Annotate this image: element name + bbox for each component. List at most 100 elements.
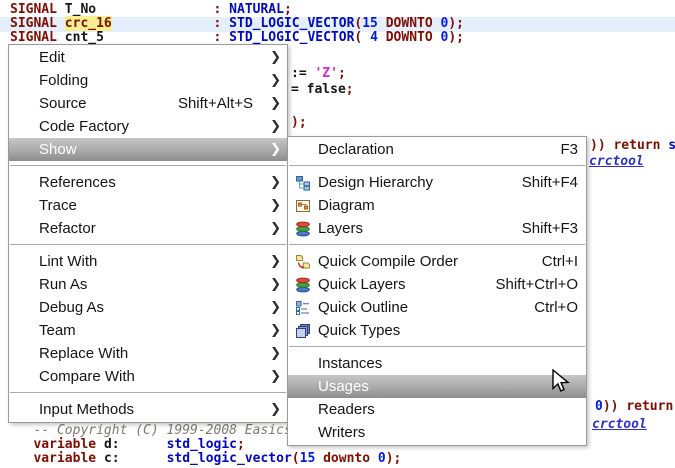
code-token: downto: [323, 451, 371, 466]
design-hierarchy-icon: [294, 175, 311, 191]
menu-item-quick-layers[interactable]: Quick Layers Shift+Ctrl+O: [288, 273, 586, 296]
menu-item-team[interactable]: Team ❯: [9, 319, 287, 342]
menu-item-compare-with[interactable]: Compare With ❯: [9, 365, 287, 388]
code-token: st: [668, 138, 675, 153]
submenu-arrow-icon: ❯: [270, 221, 281, 236]
menu-separator: [9, 240, 287, 250]
no-icon: [294, 142, 311, 158]
code-token: std_logic_vector: [166, 451, 292, 466]
menu-item-label: Source: [39, 95, 87, 112]
menu-item-shortcut: F3: [560, 141, 578, 158]
menu-item-show[interactable]: Show ❯: [9, 138, 287, 161]
menu-item-shortcut: Ctrl+I: [541, 253, 578, 270]
no-icon: [294, 356, 311, 372]
menu-item-label: Replace With: [39, 345, 129, 362]
menu-item-label: Declaration: [318, 141, 394, 158]
menu-item-source[interactable]: Source Shift+Alt+S ❯: [9, 92, 287, 115]
menu-item-label: Compare With: [39, 368, 135, 385]
menu-item-run-as[interactable]: Run As ❯: [9, 273, 287, 296]
code-token: crc_16: [64, 16, 112, 31]
code-line: := 'Z';: [291, 67, 346, 81]
menu-item-folding[interactable]: Folding ❯: [9, 69, 287, 92]
menu-separator: [9, 161, 287, 171]
menu-item-refactor[interactable]: Refactor ❯: [9, 217, 287, 240]
menu-item-declaration[interactable]: Declaration F3: [288, 138, 586, 161]
crctool-link[interactable]: crctool: [592, 417, 647, 432]
code-token: 15: [362, 16, 378, 31]
types-icon: [294, 323, 311, 339]
crctool-link[interactable]: crctool: [589, 154, 644, 169]
menu-item-label: Instances: [318, 355, 383, 372]
menu-item-design-hierarchy[interactable]: Design Hierarchy Shift+F4: [288, 171, 586, 194]
code-token: DOWNTO: [385, 16, 433, 31]
submenu-arrow-icon: ❯: [270, 142, 281, 157]
menu-item-layers[interactable]: Layers Shift+F3: [288, 217, 586, 240]
menu-item-edit[interactable]: Edit ❯: [9, 46, 287, 69]
menu-item-shortcut: Shift+Ctrl+O: [495, 276, 578, 293]
submenu-arrow-icon: ❯: [270, 346, 281, 361]
submenu-arrow-icon: ❯: [270, 96, 281, 111]
menu-item-usages[interactable]: Usages: [288, 375, 586, 398]
menu-item-label: Team: [39, 322, 76, 339]
menu-item-quick-compile-order[interactable]: Quick Compile Order Ctrl+I: [288, 250, 586, 273]
code-token: ;: [283, 2, 292, 17]
menu-item-references[interactable]: References ❯: [9, 171, 287, 194]
menu-item-readers[interactable]: Readers: [288, 398, 586, 421]
code-token: );: [291, 115, 307, 130]
layers-icon: [294, 277, 311, 293]
code-token: :: [213, 30, 230, 45]
menu-item-input-methods[interactable]: Input Methods ❯: [9, 398, 287, 421]
menu-item-quick-outline[interactable]: Quick Outline Ctrl+O: [288, 296, 586, 319]
menu-item-label: Refactor: [39, 220, 96, 237]
menu-item-lint-with[interactable]: Lint With ❯: [9, 250, 287, 273]
menu-item-label: Code Factory: [39, 118, 130, 135]
menu-separator: [288, 342, 586, 352]
code-token: return: [626, 399, 674, 414]
code-token: (: [291, 451, 300, 466]
code-token: 0: [595, 399, 603, 414]
menu-item-label: Debug As: [39, 299, 105, 316]
code-token: return: [613, 138, 669, 153]
menu-item-label: Lint With: [39, 253, 98, 270]
menu-separator: [288, 161, 586, 171]
code-token: SIGNAL: [10, 30, 57, 45]
menu-separator: [288, 240, 586, 250]
menu-item-diagram[interactable]: Diagram: [288, 194, 586, 217]
menu-item-instances[interactable]: Instances: [288, 352, 586, 375]
menu-item-debug-as[interactable]: Debug As ❯: [9, 296, 287, 319]
submenu-arrow-icon: ❯: [270, 300, 281, 315]
menu-item-label: Folding: [39, 72, 89, 89]
menu-item-writers[interactable]: Writers: [288, 421, 586, 444]
outline-icon: [294, 300, 311, 316]
menu-item-code-factory[interactable]: Code Factory ❯: [9, 115, 287, 138]
menu-item-shortcut: Shift+F3: [521, 220, 578, 237]
menu-item-label: Quick Outline: [318, 299, 409, 316]
code-token: variable: [33, 437, 104, 452]
code-token: SIGNAL: [10, 2, 57, 17]
code-token: SIGNAL: [10, 16, 57, 31]
context-menu: Edit ❯ Folding ❯ Source Shift+Alt+S ❯ Code Fact…: [8, 44, 288, 423]
menu-item-label: Writers: [318, 424, 366, 441]
code-token: ;: [237, 437, 245, 452]
menu-item-replace-with[interactable]: Replace With ❯: [9, 342, 287, 365]
code-line: );: [291, 116, 307, 130]
menu-item-shortcut: Shift+Alt+S: [177, 95, 253, 112]
menu-item-label: References: [39, 174, 116, 191]
menu-item-quick-types[interactable]: Quick Types: [288, 319, 586, 342]
code-line: SIGNAL cnt_5 : STD_LOGIC_VECTOR( 4 DOWNT…: [10, 31, 464, 45]
menu-item-shortcut: Ctrl+O: [534, 299, 578, 316]
code-token: (: [354, 30, 371, 45]
menu-item-trace[interactable]: Trace ❯: [9, 194, 287, 217]
code-token: T_No: [56, 2, 214, 17]
menu-item-label: Readers: [318, 401, 375, 418]
code-line: SIGNAL T_No : NATURAL;: [10, 3, 292, 17]
submenu-arrow-icon: ❯: [270, 175, 281, 190]
menu-separator: [9, 388, 287, 398]
code-token: ;: [345, 82, 354, 97]
